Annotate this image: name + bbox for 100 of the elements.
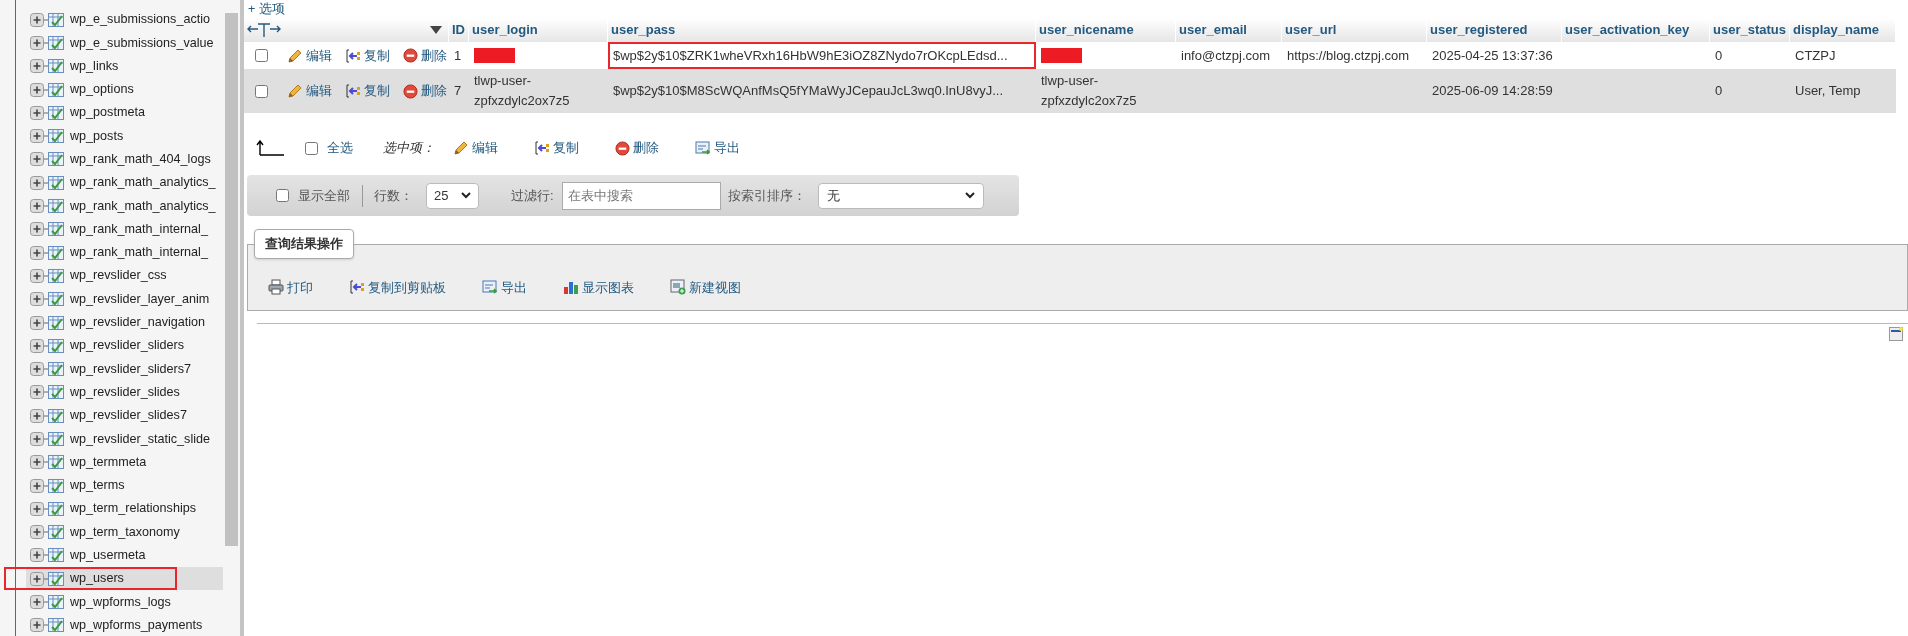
expand-icon[interactable] [30, 408, 48, 423]
sidebar-item[interactable]: wp_wpforms_payments [26, 613, 223, 636]
expand-icon[interactable] [30, 571, 48, 586]
sidebar-item[interactable]: wp_revslider_sliders7 [26, 357, 223, 381]
edit-link[interactable]: 编辑 [287, 81, 332, 101]
sidebar-item[interactable]: wp_rank_math_analytics_ [26, 171, 223, 195]
sidebar-item[interactable]: wp_term_relationships [26, 497, 223, 521]
show-all-label[interactable]: 显示全部 [298, 185, 350, 206]
expand-icon[interactable] [30, 595, 48, 610]
sidebar-item[interactable]: wp_e_submissions_value [26, 31, 223, 55]
filter-field[interactable]: 在表中搜索 [561, 181, 721, 210]
delete-link[interactable]: 删除 [615, 138, 659, 158]
sidebar-item[interactable]: wp_options [26, 77, 223, 102]
table-name[interactable]: wp_wpforms_logs [70, 592, 171, 612]
column-arrows-icon[interactable] [247, 22, 281, 38]
checkbox[interactable] [276, 189, 289, 202]
table-name[interactable]: wp_terms [70, 476, 125, 496]
table-name[interactable]: wp_posts [70, 126, 124, 146]
expand-icon[interactable] [30, 129, 48, 144]
table-name[interactable]: wp_rank_math_analytics_ [70, 196, 216, 216]
sidebar-item[interactable]: wp_revslider_slides7 [26, 404, 223, 428]
expand-icon[interactable] [30, 59, 48, 74]
table-name[interactable]: wp_postmeta [70, 103, 145, 123]
column-header[interactable]: user_pass [608, 18, 1036, 42]
table-name[interactable]: wp_options [70, 80, 134, 99]
sidebar-item[interactable]: wp_revslider_navigation [26, 310, 223, 335]
checkbox[interactable] [255, 49, 268, 62]
chart-link[interactable]: 显示图表 [563, 277, 634, 297]
export-link[interactable]: 导出 [482, 277, 527, 297]
table-name[interactable]: wp_revslider_css [70, 266, 167, 286]
sidebar-item[interactable]: wp_revslider_static_slide [26, 427, 223, 451]
expand-icon[interactable] [30, 175, 48, 190]
rows-select[interactable]: 25 [426, 182, 479, 209]
sidebar-item[interactable]: wp_postmeta [26, 101, 223, 125]
sidebar-item[interactable]: wp_revslider_layer_anim [26, 287, 223, 311]
expand-icon[interactable] [30, 105, 48, 120]
expand-icon[interactable] [30, 362, 48, 377]
expand-icon[interactable] [30, 292, 48, 307]
delete-link[interactable]: 删除 [403, 45, 447, 66]
expand-icon[interactable] [30, 501, 48, 516]
expand-icon[interactable] [30, 525, 48, 540]
table-name[interactable]: wp_rank_math_internal_ [70, 243, 208, 263]
expand-icon[interactable] [30, 432, 48, 446]
export-link[interactable]: 导出 [695, 138, 740, 158]
sidebar-item[interactable]: wp_revslider_css [26, 264, 223, 288]
table-name[interactable]: wp_rank_math_internal_ [70, 219, 208, 239]
print-link[interactable]: 打印 [268, 277, 313, 297]
select-all-label[interactable]: 全选 [327, 138, 353, 158]
table-name[interactable]: wp_e_submissions_value [70, 33, 214, 53]
copy-link[interactable]: 复制 [534, 138, 579, 158]
copy-link[interactable]: 复制 [345, 81, 390, 101]
sidebar-item[interactable]: wp_wpforms_logs [26, 590, 223, 614]
scrollbar[interactable] [225, 13, 238, 546]
table-name[interactable]: wp_users [70, 569, 124, 589]
expand-icon[interactable] [30, 478, 48, 493]
sidebar-item[interactable]: wp_termmeta [26, 450, 223, 474]
checkbox[interactable] [255, 84, 268, 98]
sidebar-item[interactable]: wp_e_submissions_actio [26, 8, 223, 32]
edit-link[interactable]: 编辑 [287, 45, 332, 66]
expand-icon[interactable] [30, 199, 48, 213]
table-name[interactable]: wp_term_taxonomy [70, 522, 180, 542]
copy-link[interactable]: 复制 [345, 45, 390, 66]
table-name[interactable]: wp_revslider_slides [70, 382, 180, 402]
sidebar-item[interactable]: wp_rank_math_analytics_ [26, 194, 223, 218]
table-name[interactable]: wp_termmeta [70, 452, 147, 472]
table-name[interactable]: wp_revslider_sliders [70, 336, 185, 356]
sidebar-item[interactable]: wp_links [26, 54, 223, 78]
table-name[interactable]: wp_wpforms_payments [70, 615, 203, 635]
sort-select[interactable]: 无 [817, 182, 984, 209]
sidebar-item[interactable]: wp_revslider_sliders [26, 334, 223, 358]
sidebar-item[interactable]: wp_usermeta [26, 543, 223, 568]
table-name[interactable]: wp_links [70, 56, 119, 76]
sidebar-item[interactable]: wp_rank_math_internal_ [26, 217, 223, 241]
table-name[interactable]: wp_rank_math_404_logs [70, 150, 211, 169]
expand-icon[interactable] [30, 618, 48, 633]
sidebar-item[interactable]: wp_revslider_slides [26, 380, 223, 405]
table-name[interactable]: wp_revslider_static_slide [70, 429, 210, 449]
expand-icon[interactable] [30, 152, 48, 167]
expand-icon[interactable] [30, 268, 48, 283]
table-name[interactable]: wp_rank_math_analytics_ [70, 173, 216, 193]
sidebar-item[interactable]: wp_posts [26, 124, 223, 148]
expand-icon[interactable] [30, 455, 48, 470]
expand-icon[interactable] [30, 315, 48, 330]
expand-icon[interactable] [30, 12, 48, 27]
expand-icon[interactable] [30, 338, 48, 353]
expand-icon[interactable] [30, 82, 48, 97]
table-name[interactable]: wp_usermeta [70, 546, 146, 565]
table-name[interactable]: wp_revslider_layer_anim [70, 289, 210, 309]
sidebar-item[interactable]: wp_rank_math_internal_ [26, 240, 223, 265]
copy-link[interactable]: 复制到剪贴板 [349, 277, 446, 297]
table-name[interactable]: wp_revslider_sliders7 [70, 359, 192, 379]
expand-icon[interactable] [30, 385, 48, 400]
expand-icon[interactable] [30, 35, 48, 50]
table-name[interactable]: wp_revslider_slides7 [70, 406, 187, 426]
sidebar-item[interactable]: wp_rank_math_404_logs [26, 147, 223, 172]
view-link[interactable]: 新建视图 [670, 277, 741, 297]
window-icon[interactable] [1889, 327, 1903, 341]
expand-icon[interactable] [30, 548, 48, 563]
delete-link[interactable]: 删除 [403, 81, 447, 101]
expand-icon[interactable] [30, 245, 48, 260]
